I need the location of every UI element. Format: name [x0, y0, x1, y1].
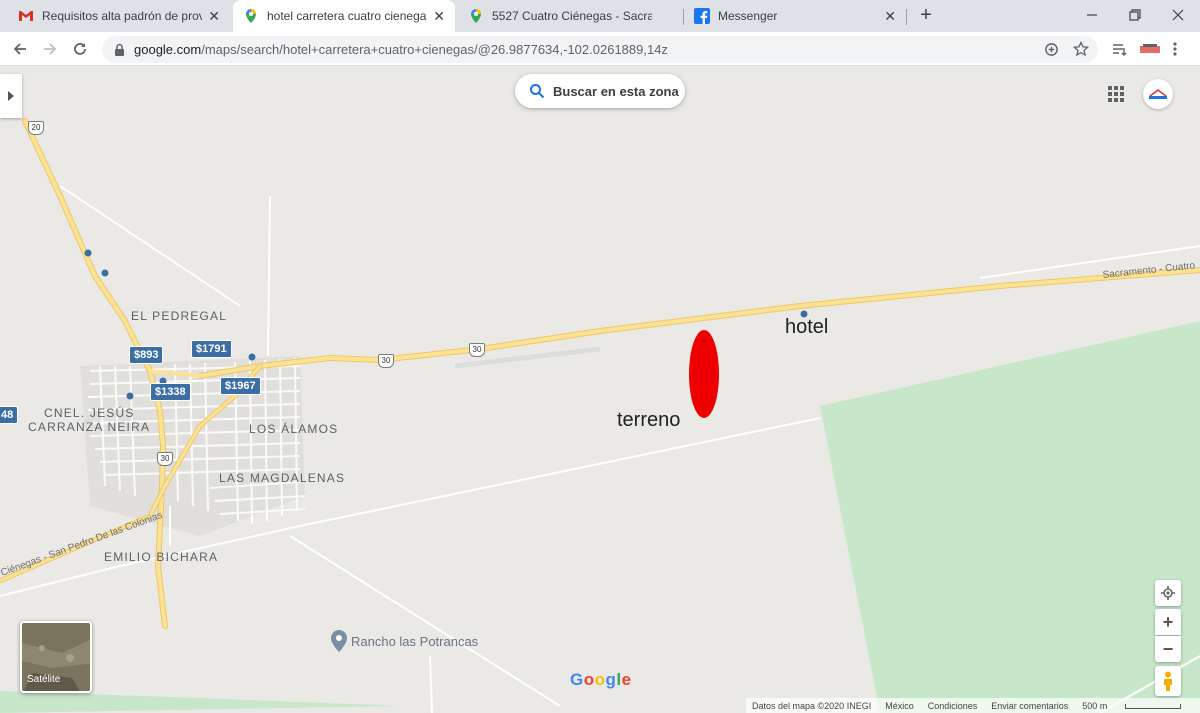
place-las-magdalenas: LAS MAGDALENAS — [219, 471, 346, 485]
close-window-button[interactable] — [1156, 0, 1200, 30]
back-button[interactable] — [8, 37, 32, 61]
restore-button[interactable] — [1113, 0, 1157, 30]
extension-icon[interactable] — [1139, 42, 1161, 56]
google-maps-icon — [471, 9, 481, 23]
facebook-icon — [694, 8, 710, 24]
zoom-out-button[interactable]: − — [1155, 636, 1181, 662]
search-this-area-label: Buscar en esta zona — [553, 83, 679, 99]
scale-label: 500 m — [1082, 701, 1195, 711]
reload-icon — [74, 43, 86, 55]
route-shield-30: 30 — [378, 354, 394, 368]
google-logo: Google — [570, 670, 632, 689]
url-path: /maps/search/hotel+carretera+cuatro+cien… — [201, 42, 668, 57]
zoom-in-button[interactable]: + — [1155, 609, 1181, 635]
tab-divider — [906, 9, 907, 25]
hotel-price-marker[interactable]: $893 — [129, 346, 164, 364]
road-label-sacramento: Sacramento - Cuatro — [1102, 260, 1196, 281]
tab-strip: Requisitos alta padrón de proveed ✕ hote… — [0, 0, 1200, 32]
place-cnel-jesus: CNEL. JESÚS — [44, 406, 135, 420]
annotation-hotel: hotel — [785, 316, 829, 338]
hotel-price-marker[interactable]: $1967 — [220, 377, 261, 395]
place-emilio-bichara: EMILIO BICHARA — [104, 550, 219, 564]
minimize-button[interactable] — [1070, 0, 1114, 30]
avatar-logo-icon — [1149, 89, 1167, 99]
map-canvas[interactable]: Sacramento - Cuatro Ciénegas - San Pedro… — [0, 66, 1200, 713]
browser-toolbar: google.com/maps/search/hotel+carretera+c… — [0, 32, 1200, 66]
chevron-right-icon — [8, 91, 14, 101]
close-icon[interactable]: ✕ — [884, 8, 896, 25]
minimize-icon — [1087, 14, 1097, 16]
terreno-marker — [689, 330, 719, 418]
tab-messenger[interactable]: Messenger ✕ — [684, 0, 906, 32]
reading-list-icon[interactable] — [1112, 43, 1128, 56]
gmail-icon — [19, 11, 33, 21]
tab-maps-address[interactable]: 5527 Cuatro Ciénegas - Sacramento ✕ — [458, 0, 680, 32]
tab-maps-hotel[interactable]: hotel carretera cuatro cienegas - ✕ — [233, 0, 455, 32]
restore-icon — [1129, 9, 1141, 21]
satellite-toggle[interactable]: Satélite — [20, 621, 92, 693]
close-icon[interactable]: ✕ — [208, 8, 220, 25]
street-view-button[interactable] — [1155, 666, 1181, 696]
hotel-price-marker[interactable]: $1791 — [191, 340, 232, 358]
route-shield-30: 30 — [469, 343, 485, 357]
pegman-icon — [1164, 671, 1172, 691]
road-label-san-pedro: Ciénegas - San Pedro De las Colonias — [0, 510, 164, 579]
rancho-pin-icon[interactable] — [331, 630, 347, 652]
map-data-attribution: Datos del mapa ©2020 INEGI — [752, 700, 872, 711]
new-tab-button[interactable]: + — [914, 4, 938, 28]
arrow-left-icon — [13, 43, 26, 55]
tab-title: Messenger — [718, 9, 778, 23]
star-icon[interactable] — [1073, 41, 1089, 57]
address-bar[interactable]: google.com/maps/search/hotel+carretera+c… — [102, 36, 1098, 63]
google-maps-icon — [246, 9, 256, 23]
place-los-alamos: LOS ÁLAMOS — [249, 422, 339, 436]
account-avatar[interactable] — [1143, 79, 1173, 109]
close-icon[interactable]: ✕ — [433, 8, 445, 25]
tab-title: 5527 Cuatro Ciénegas - Sacramento — [492, 9, 653, 23]
close-icon — [1172, 9, 1184, 21]
hotel-price-marker[interactable]: 48 — [0, 406, 19, 424]
location-icon — [1161, 586, 1175, 600]
satellite-label: Satélite — [27, 674, 61, 685]
park-area — [820, 321, 1200, 713]
place-carranza-neira: CARRANZA NEIRA — [28, 420, 151, 434]
annotation-terreno: terreno — [617, 409, 681, 431]
url-host: google.com — [134, 42, 202, 57]
lock-icon — [115, 43, 124, 56]
apps-grid-icon[interactable] — [1106, 84, 1126, 104]
url-text: google.com/maps/search/hotel+carretera+c… — [134, 42, 668, 57]
search-this-area-button[interactable]: Buscar en esta zona — [515, 74, 685, 108]
park-strip — [0, 691, 400, 713]
scale-value: 500 m — [1082, 700, 1108, 711]
tab-title: Requisitos alta padrón de proveed — [42, 9, 203, 23]
feedback-link[interactable]: Enviar comentarios — [991, 701, 1068, 711]
place-rancho[interactable]: Rancho las Potrancas — [351, 634, 478, 649]
tab-title: hotel carretera cuatro cienegas - — [267, 9, 428, 23]
hotel-price-marker[interactable]: $1338 — [150, 383, 191, 401]
search-icon — [530, 84, 545, 99]
reload-button[interactable] — [68, 37, 92, 61]
country-link[interactable]: México — [885, 701, 914, 711]
map-footer: Datos del mapa ©2020 INEGI México Condic… — [746, 698, 1200, 713]
plus-icon: + — [1162, 611, 1174, 632]
scale-bar — [1125, 703, 1182, 709]
my-location-button[interactable] — [1155, 580, 1181, 606]
minus-icon: − — [1162, 638, 1174, 659]
expand-panel-button[interactable] — [0, 74, 22, 118]
tab-gmail[interactable]: Requisitos alta padrón de proveed ✕ — [8, 0, 230, 32]
place-el-pedregal: EL PEDREGAL — [131, 309, 228, 323]
route-shield-30: 30 — [157, 452, 173, 466]
menu-icon[interactable] — [1172, 41, 1178, 57]
route-shield-20: 20 — [28, 121, 44, 135]
zoom-icon[interactable] — [1044, 42, 1059, 57]
forward-button[interactable] — [38, 37, 62, 61]
arrow-right-icon — [44, 43, 57, 55]
terms-link[interactable]: Condiciones — [928, 701, 978, 711]
